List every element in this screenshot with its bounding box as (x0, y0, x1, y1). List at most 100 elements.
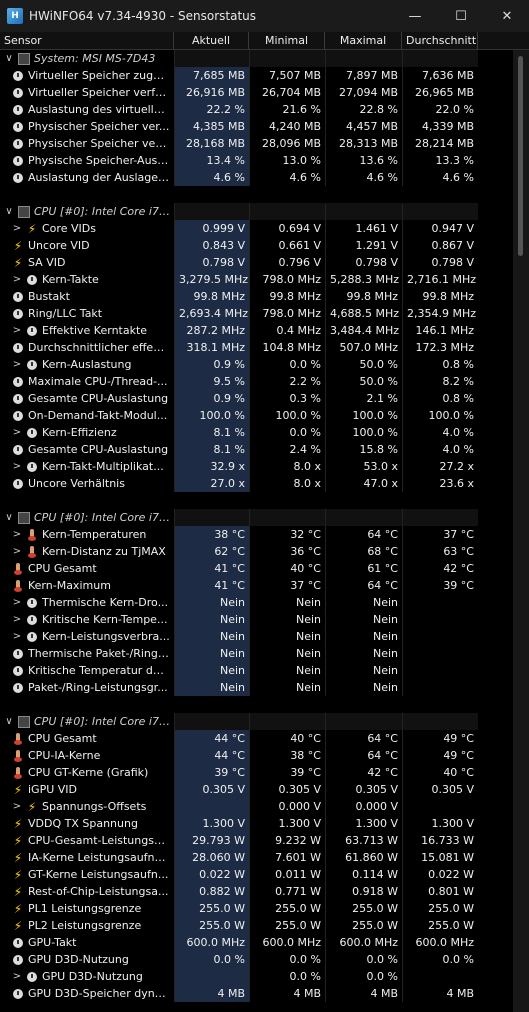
sensor-row[interactable]: Thermische Paket-/Ring-... Nein Nein Nein (0, 645, 513, 662)
sensor-row[interactable]: > Kritische Kern-Tempe... Nein Nein Nein (0, 611, 513, 628)
current-value: 39 °C (174, 764, 249, 781)
column-header-current[interactable]: Aktuell (174, 32, 249, 49)
sensor-row[interactable]: > Thermische Kern-Dro... Nein Nein Nein (0, 594, 513, 611)
collapse-chevron-icon[interactable]: ∨ (4, 50, 14, 67)
sensor-row[interactable]: Uncore Verhältnis 27.0 x 8.0 x 47.0 x 23.6 x (0, 475, 513, 492)
sensor-row[interactable]: ⚡ Uncore VID 0.843 V 0.661 V 1.291 V 0.867 V (0, 237, 513, 254)
collapse-chevron-icon[interactable]: ∨ (4, 203, 14, 220)
expand-chevron-icon[interactable]: > (12, 594, 22, 611)
sensor-row[interactable]: ⚡ PL2 Leistungsgrenze 255.0 W 255.0 W 255.0 … (0, 917, 513, 934)
sensor-row[interactable]: Physische Speicher-Ausl... 13.4 % 13.0 % 13… (0, 152, 513, 169)
expand-chevron-icon[interactable]: > (12, 458, 22, 475)
sensor-row[interactable]: > Effektive Kerntakte 287.2 MHz 0.4 MHz 3,48… (0, 322, 513, 339)
sensor-group-row[interactable]: ∨ CPU [#0]: Intel Core i7-... (0, 203, 513, 220)
sensor-name-cell: > Kern-Takt-Multiplikat... (0, 458, 174, 475)
maximum-value: 4,457 MB (325, 118, 402, 135)
expand-chevron-icon[interactable]: > (12, 611, 22, 628)
maximum-value: 68 °C (325, 543, 402, 560)
sensor-row[interactable]: ⚡ PL1 Leistungsgrenze 255.0 W 255.0 W 255.0 … (0, 900, 513, 917)
expand-chevron-icon[interactable]: > (12, 628, 22, 645)
column-header-sensor[interactable]: Sensor (0, 32, 174, 49)
sensor-row[interactable]: ⚡ VDDQ TX Spannung 1.300 V 1.300 V 1.300 V 1.… (0, 815, 513, 832)
clock-icon (26, 971, 38, 983)
expand-chevron-icon[interactable]: > (12, 322, 22, 339)
sensor-row[interactable]: ⚡ IA-Kerne Leistungsaufna... 28.060 W 7.601… (0, 849, 513, 866)
sensor-label: CPU-IA-Kerne (28, 749, 101, 762)
sensor-row[interactable]: Physischer Speicher ver... 4,385 MB 4,240 … (0, 118, 513, 135)
sensor-row[interactable]: Ring/LLC Takt 2,693.4 MHz 798.0 MHz 4,688.5… (0, 305, 513, 322)
sensor-label: On-Demand-Takt-Modul... (28, 409, 168, 422)
sensor-row[interactable]: CPU Gesamt 44 °C 40 °C 64 °C 49 °C (0, 730, 513, 747)
sensor-row[interactable]: > Kern-Leistungsverbra... Nein Nein Nein (0, 628, 513, 645)
close-button[interactable]: ✕ (484, 0, 529, 32)
sensor-row[interactable]: ⚡ SA VID 0.798 V 0.796 V 0.798 V 0.798 V (0, 254, 513, 271)
sensor-row[interactable]: ⚡ CPU-Gesamt-Leistungsa... 29.793 W 9.232 W… (0, 832, 513, 849)
sensor-row[interactable]: > Kern-Effizienz 8.1 % 0.0 % 100.0 % 4.0 % (0, 424, 513, 441)
sensor-label: Thermische Paket-/Ring-... (28, 647, 170, 660)
collapse-chevron-icon[interactable]: ∨ (4, 509, 14, 526)
sensor-row[interactable]: > Kern-Distanz zu TjMAX 62 °C 36 °C 68 °C 63 … (0, 543, 513, 560)
sensor-row[interactable]: CPU-IA-Kerne 44 °C 38 °C 64 °C 49 °C (0, 747, 513, 764)
sensor-group-row[interactable]: ∨ CPU [#0]: Intel Core i7-... (0, 509, 513, 526)
sensor-group-row[interactable]: ∨ System: MSI MS-7D43 (0, 50, 513, 67)
sensor-row[interactable]: Durchschnittlicher effekti... 318.1 MHz 10… (0, 339, 513, 356)
maximize-button[interactable]: ☐ (438, 0, 484, 32)
minimum-value: 40 °C (249, 730, 325, 747)
sensor-row[interactable]: Auslastung der Auslager... 4.6 % 4.6 % 4.6 … (0, 169, 513, 186)
sensor-row[interactable]: > ⚡ Spannungs-Offsets 0.000 V 0.000 V (0, 798, 513, 815)
sensor-row[interactable]: ⚡ GT-Kerne Leistungsaufn... 0.022 W 0.011 W… (0, 866, 513, 883)
scrollbar-thumb[interactable] (518, 56, 523, 256)
sensor-row[interactable]: Bustakt 99.8 MHz 99.8 MHz 99.8 MHz 99.8 MHz (0, 288, 513, 305)
collapse-chevron-icon[interactable]: ∨ (4, 713, 14, 730)
sensor-tree[interactable]: ∨ System: MSI MS-7D43 Virtueller Speicher … (0, 50, 513, 1002)
sensor-row[interactable]: > Kern-Takt-Multiplikat... 32.9 x 8.0 x 53.0… (0, 458, 513, 475)
column-header-maximum[interactable]: Maximal (325, 32, 402, 49)
sensor-row[interactable]: > Kern-Auslastung 0.9 % 0.0 % 50.0 % 0.8 % (0, 356, 513, 373)
sensor-row[interactable]: > GPU D3D-Nutzung 0.0 % 0.0 % (0, 968, 513, 985)
sensor-row[interactable]: Paket-/Ring-Leistungsgr... Nein Nein Nein (0, 679, 513, 696)
sensor-row[interactable]: GPU D3D-Speicher dyna... 4 MB 4 MB 4 MB 4 MB (0, 985, 513, 1002)
sensor-name-cell: Bustakt (0, 288, 174, 305)
sensor-row[interactable]: GPU-Takt 600.0 MHz 600.0 MHz 600.0 MHz 600.0… (0, 934, 513, 951)
sensor-row[interactable]: ⚡ Rest-of-Chip-Leistungsa... 0.882 W 0.771 … (0, 883, 513, 900)
sensor-row[interactable]: ⚡ iGPU VID 0.305 V 0.305 V 0.305 V 0.305 V (0, 781, 513, 798)
expand-chevron-icon[interactable]: > (12, 220, 22, 237)
sensor-row[interactable]: > ⚡ Core VIDs 0.999 V 0.694 V 1.461 V 0.947 V (0, 220, 513, 237)
expand-chevron-icon[interactable]: > (12, 543, 22, 560)
sensor-row[interactable]: Maximale CPU-/Thread-... 9.5 % 2.2 % 50.0 %… (0, 373, 513, 390)
minimize-button[interactable]: — (392, 0, 438, 32)
expand-chevron-icon[interactable]: > (12, 424, 22, 441)
average-value (402, 645, 478, 662)
sensor-row[interactable]: Kern-Maximum 41 °C 37 °C 64 °C 39 °C (0, 577, 513, 594)
sensor-row[interactable]: Kritische Temperatur des... Nein Nein Nein (0, 662, 513, 679)
sensor-row[interactable]: Gesamte CPU-Auslastung 8.1 % 2.4 % 15.8 % 4.… (0, 441, 513, 458)
sensor-row[interactable]: On-Demand-Takt-Modul... 100.0 % 100.0 % 100… (0, 407, 513, 424)
expand-chevron-icon[interactable]: > (12, 968, 22, 985)
column-header-minimum[interactable]: Minimal (249, 32, 325, 49)
thermometer-icon (26, 546, 38, 558)
sensor-group-row[interactable]: ∨ CPU [#0]: Intel Core i7-... (0, 713, 513, 730)
maximum-value: 4,688.5 MHz (325, 305, 402, 322)
sensor-row[interactable]: CPU GT-Kerne (Grafik) 39 °C 39 °C 42 °C 40 °… (0, 764, 513, 781)
sensor-row[interactable]: > Kern-Takte 3,279.5 MHz 798.0 MHz 5,288.3 M… (0, 271, 513, 288)
sensor-row[interactable]: Virtueller Speicher verfü... 26,916 MB 26,… (0, 84, 513, 101)
sensor-row[interactable]: GPU D3D-Nutzung 0.0 % 0.0 % 0.0 % 0.0 % (0, 951, 513, 968)
voltage-icon: ⚡ (13, 850, 23, 865)
current-value: 32.9 x (174, 458, 249, 475)
maximum-value: 255.0 W (325, 917, 402, 934)
clock-icon (26, 461, 38, 473)
column-header-average[interactable]: Durchschnitt (402, 32, 478, 49)
sensor-row[interactable]: CPU Gesamt 41 °C 40 °C 61 °C 42 °C (0, 560, 513, 577)
average-value: 255.0 W (402, 917, 478, 934)
sensor-row[interactable]: Virtueller Speicher zuge... 7,685 MB 7,507… (0, 67, 513, 84)
expand-chevron-icon[interactable]: > (12, 798, 22, 815)
expand-chevron-icon[interactable]: > (12, 526, 22, 543)
vertical-scrollbar[interactable] (513, 50, 529, 1012)
sensor-row[interactable]: Auslastung des virtuelle... 22.2 % 21.6 % 2… (0, 101, 513, 118)
sensor-row[interactable]: Physischer Speicher verf... 28,168 MB 28,0… (0, 135, 513, 152)
maximum-value: 1.291 V (325, 237, 402, 254)
expand-chevron-icon[interactable]: > (12, 271, 22, 288)
sensor-row[interactable]: Gesamte CPU-Auslastung 0.9 % 0.3 % 2.1 % 0.8… (0, 390, 513, 407)
sensor-row[interactable]: > Kern-Temperaturen 38 °C 32 °C 64 °C 37 °C (0, 526, 513, 543)
expand-chevron-icon[interactable]: > (12, 356, 22, 373)
